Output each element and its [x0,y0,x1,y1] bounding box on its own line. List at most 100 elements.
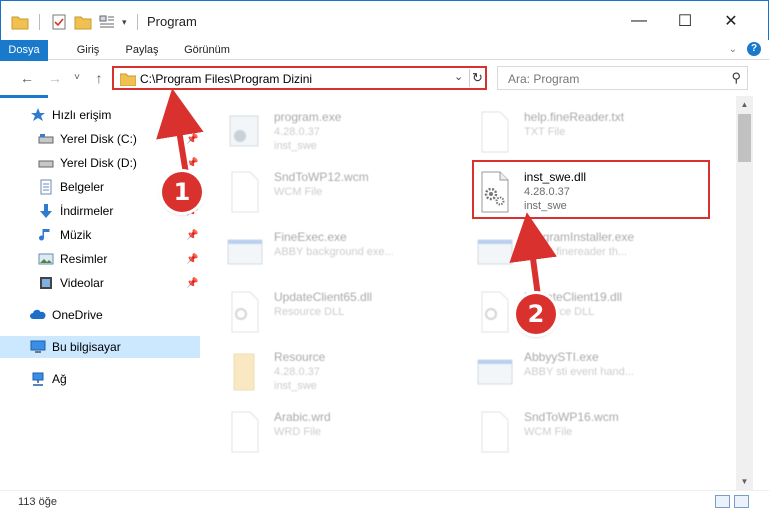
sidebar-item-label: Videolar [60,276,104,290]
file-name: UpdateClient65.dll [274,290,373,304]
file-item[interactable]: FineExec.exe ABBY background exe... [204,222,444,280]
generic-file-icon [231,411,259,453]
file-name: SndToWP12.wcm [274,170,369,184]
file-description: inst_swe [274,380,317,392]
sidebar-item-pictures[interactable]: Resimler 📌 [0,248,200,270]
documents-icon [40,179,52,195]
file-item[interactable]: help.fineReader.txt TXT File [454,102,694,160]
up-button[interactable]: ↑ [90,69,108,87]
tab-share[interactable]: Paylaş [120,40,164,60]
sidebar-item-label: Yerel Disk (D:) [60,156,137,170]
back-button[interactable]: ← [18,69,36,87]
file-name: help.fineReader.txt [524,110,625,124]
recent-locations-button[interactable]: ˅ [68,69,86,87]
file-description: Resource DLL [274,306,345,318]
scroll-thumb[interactable] [738,114,751,162]
sidebar-item-label: Hızlı erişim [52,108,112,122]
sidebar-item-label: Belgeler [60,180,105,194]
app-window-icon [477,239,513,265]
tab-view[interactable]: Görünüm [176,40,238,60]
sidebar-item-label: Yerel Disk (C:) [60,132,137,146]
close-button[interactable]: ✕ [708,1,754,41]
sidebar-item-label: Müzik [60,228,92,242]
maximize-button[interactable]: ☐ [662,1,708,41]
title-bar: ▾ Program — ☐ ✕ [0,0,769,40]
navigation-bar: ← → ˅ ↑ C:\Program Files\Program Dizini … [0,61,769,95]
file-name: ProgramInstaller.exe [524,230,635,244]
properties-icon[interactable] [50,13,68,31]
sidebar-item-local-disk-c[interactable]: Yerel Disk (C:) 📌 [0,128,200,150]
scroll-down-icon[interactable]: ▼ [736,473,753,490]
highlight-box [472,160,710,219]
sidebar-item-label: Resimler [60,252,108,266]
file-name: FineExec.exe [274,230,347,244]
sidebar-item-quick-access[interactable]: Hızlı erişim [0,104,200,126]
app-window-icon [477,359,513,385]
file-description: ABBY background exe... [274,246,394,258]
quick-access-toolbar: ▾ [11,11,142,33]
dll-gear-icon [231,291,259,333]
vertical-scrollbar[interactable]: ▲ ▼ [736,96,753,490]
app-window-icon [227,239,263,265]
file-item[interactable]: SndToWP16.wcm WCM File [454,402,694,460]
sidebar-item-onedrive[interactable]: OneDrive [0,304,200,326]
sidebar-item-videos[interactable]: Videolar 📌 [0,272,200,294]
sidebar-item-label: OneDrive [52,308,103,322]
expand-ribbon-icon[interactable]: ⌄ [729,44,737,55]
large-icons-view-icon[interactable] [734,495,749,508]
status-bar: 113 öğe [0,490,769,514]
file-item[interactable]: AbbyySTI.exe ABBY sti event hand... [454,342,694,400]
dll-gear-icon [481,291,509,333]
minimize-button[interactable]: — [616,1,662,41]
file-item[interactable]: Arabic.wrd WRD File [204,402,444,460]
customize-icon[interactable] [98,13,116,31]
file-description: inst_swe [274,140,317,152]
file-name: AbbyySTI.exe [524,350,599,364]
folder-file-icon [233,353,255,391]
details-view-icon[interactable] [715,495,730,508]
file-item[interactable]: Resource 4.28.0.37 inst_swe [204,342,444,400]
file-item[interactable]: UpdateClient19.dll Resource DLL [454,282,694,340]
file-name: program.exe [274,110,342,124]
sidebar-item-label: İndirmeler [60,204,114,218]
sidebar-item-local-disk-d[interactable]: Yerel Disk (D:) 📌 [0,152,200,174]
drive-icon [38,134,54,144]
scroll-up-icon[interactable]: ▲ [736,96,753,113]
sidebar-item-network[interactable]: Ağ [0,368,200,390]
sidebar-item-label: Ağ [52,372,67,386]
pin-icon: 📌 [186,157,199,169]
file-item[interactable]: UpdateClient65.dll Resource DLL [204,282,444,340]
download-icon [40,204,52,218]
address-path[interactable]: C:\Program Files\Program Dizini [140,72,312,86]
file-item[interactable]: ProgramInstaller.exe ABBY finereader th.… [454,222,694,280]
new-folder-icon[interactable] [74,13,92,31]
item-count: 113 öğe [18,496,57,508]
text-file-icon [481,111,509,153]
file-version: 4.28.0.37 [274,126,320,138]
help-icon[interactable]: ? [747,42,761,56]
file-description: ABBY finereader th... [524,246,628,258]
window-bottom [0,514,769,531]
tab-home[interactable]: Giriş [68,40,108,60]
star-icon [31,108,45,121]
generic-file-icon [481,411,509,453]
refresh-button[interactable]: ↻ [469,69,485,87]
file-item[interactable]: program.exe 4.28.0.37 inst_swe [204,102,444,160]
computer-icon [30,340,46,353]
qat-dropdown-icon[interactable]: ▾ [122,17,127,28]
search-icon[interactable]: ⚲ [731,70,741,86]
forward-button[interactable]: → [46,69,64,87]
pin-icon: 📌 [186,277,199,289]
window-title: Program [147,14,197,29]
pictures-icon [38,253,54,265]
sidebar-item-this-pc[interactable]: Bu bilgisayar [0,336,200,358]
file-type: WCM File [524,426,573,438]
pin-icon: 📌 [186,253,199,265]
sidebar-item-music[interactable]: Müzik 📌 [0,224,200,246]
annotation-badge-2: 2 [516,294,556,334]
address-dropdown-icon[interactable]: ⌄ [454,70,463,83]
search-box[interactable]: Ara: Program ⚲ [497,66,748,90]
file-item[interactable]: SndToWP12.wcm WCM File [204,162,444,220]
address-bar[interactable]: C:\Program Files\Program Dizini ⌄ ↻ [112,66,487,90]
separator [39,14,40,30]
